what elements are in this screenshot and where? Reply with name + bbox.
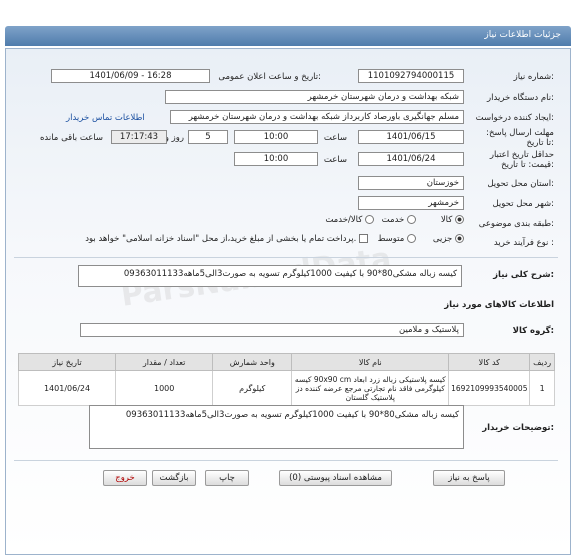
city-label: شهر محل تحویل: — [492, 199, 554, 209]
days-field: 5 — [188, 130, 228, 144]
reply-button[interactable]: پاسخ به نیاز — [433, 470, 505, 486]
title-bar: جزئیات اطلاعات نیاز — [0, 0, 576, 50]
validity-time-field: 10:00 — [234, 152, 318, 166]
col-date: تاریخ نیاز — [17, 353, 117, 371]
process-minor-radio[interactable] — [455, 234, 464, 243]
province-label: استان محل تحویل: — [487, 179, 554, 189]
items-table: ردیف کد کالا نام کالا واحد شمارش تعداد /… — [17, 353, 555, 406]
validity-label: حداقل تاریخ اعتبار قیمت: تا تاریخ: — [489, 150, 554, 170]
goods-group-label: گروه کالا: — [512, 326, 554, 336]
cell-qty: 1000 — [115, 370, 214, 406]
col-code: کد کالا — [448, 353, 531, 371]
cell-unit: کیلوگرم — [212, 370, 293, 406]
payment-option[interactable]: پرداخت تمام یا بخشی از مبلغ خرید،از محل … — [85, 234, 368, 244]
deadline-date-field: 1401/06/15 — [358, 130, 464, 144]
process-option-medium[interactable]: متوسط — [378, 234, 416, 244]
deadline-time-label: ساعت — [323, 133, 347, 143]
buyer-field: شبکه بهداشت و درمان شهرستان خرمشهر — [165, 90, 464, 104]
attachments-button[interactable]: مشاهده اسناد پیوستی (0) — [279, 470, 392, 486]
creator-label: ایجاد کننده درخواست: — [475, 113, 554, 123]
deadline-label: مهلت ارسال پاسخ: تا تاریخ: — [486, 128, 554, 148]
notes-label: توضیحات خریدار: — [482, 423, 554, 433]
category-option-service[interactable]: خدمت — [382, 215, 416, 225]
category-option-both[interactable]: کالا/خدمت — [325, 215, 374, 225]
page-title: جزئیات اطلاعات نیاز — [484, 30, 561, 40]
category-goods-label: کالا — [440, 215, 453, 225]
creator-field: مسلم جهانگیری باورصاد کاربرداز شبکه بهدا… — [170, 110, 464, 124]
notes-field: کیسه زباله مشکی80*90 با کیفیت 1000کیلوگر… — [89, 405, 464, 449]
need-number-label: شماره نیاز: — [513, 72, 554, 82]
announce-field: 1401/06/09 - 16:28 — [51, 69, 210, 83]
back-button[interactable]: بازگشت — [152, 470, 196, 486]
province-field: خوزستان — [358, 176, 464, 190]
col-row: ردیف — [529, 353, 555, 371]
col-unit: واحد شمارش — [212, 353, 293, 371]
deadline-time-field: 10:00 — [234, 130, 318, 144]
payment-checkbox[interactable] — [359, 234, 368, 243]
category-service-radio[interactable] — [407, 215, 416, 224]
validity-date-field: 1401/06/24 — [358, 152, 464, 166]
buyer-label: نام دستگاه خریدار: — [487, 93, 554, 103]
days-label: روز و — [164, 133, 184, 143]
table-header-row: ردیف کد کالا نام کالا واحد شمارش تعداد /… — [17, 353, 555, 371]
process-minor-label: جزیی — [432, 234, 453, 244]
remaining-label: ساعت باقی مانده — [39, 133, 103, 143]
category-label: طبقه بندی موضوعی: — [478, 219, 554, 229]
cell-name: کیسه پلاستیکی زباله زرد ابعاد 90x90 cm ک… — [291, 370, 450, 406]
cell-row: 1 — [529, 370, 555, 406]
goods-section-title: اطلاعات کالاهای مورد نیاز — [444, 300, 554, 310]
cell-code: 1692109993540005 — [448, 370, 531, 406]
title-strip: جزئیات اطلاعات نیاز — [5, 26, 571, 46]
divider — [14, 257, 558, 258]
print-button[interactable]: چاپ — [205, 470, 249, 486]
remaining-time-field: 17:17:43 — [111, 130, 167, 144]
process-label: نوع فرآیند خرید : — [493, 238, 554, 248]
summary-field: کیسه زباله مشکی80*90 با کیفیت 1000کیلوگر… — [78, 265, 462, 287]
city-field: خرمشهر — [358, 196, 464, 210]
col-qty: تعداد / مقدار — [115, 353, 214, 371]
process-medium-radio[interactable] — [407, 234, 416, 243]
category-both-radio[interactable] — [365, 215, 374, 224]
process-medium-label: متوسط — [377, 234, 405, 244]
table-row: 1 1692109993540005 کیسه پلاستیکی زباله ز… — [17, 370, 555, 406]
col-name: نام کالا — [291, 353, 450, 371]
goods-group-field: پلاستیک و ملامین — [80, 323, 464, 337]
process-option-minor[interactable]: جزیی — [433, 234, 464, 244]
category-goods-radio[interactable] — [455, 215, 464, 224]
divider-bottom — [14, 460, 558, 461]
category-option-goods[interactable]: کالا — [441, 215, 464, 225]
cell-date: 1401/06/24 — [17, 370, 117, 406]
summary-label: شرح کلی نیاز: — [493, 270, 554, 280]
validity-time-label: ساعت — [323, 155, 347, 165]
exit-button[interactable]: خروج — [103, 470, 147, 486]
need-number-field: 1101092794000115 — [358, 69, 464, 83]
category-both-label: کالا/خدمت — [325, 215, 363, 225]
payment-text: پرداخت تمام یا بخشی از مبلغ خرید،از محل … — [85, 234, 357, 244]
contact-buyer-link[interactable]: اطلاعات تماس خریدار — [66, 113, 145, 123]
announce-label: تاریخ و ساعت اعلان عمومی: — [218, 72, 321, 82]
category-service-label: خدمت — [381, 215, 405, 225]
